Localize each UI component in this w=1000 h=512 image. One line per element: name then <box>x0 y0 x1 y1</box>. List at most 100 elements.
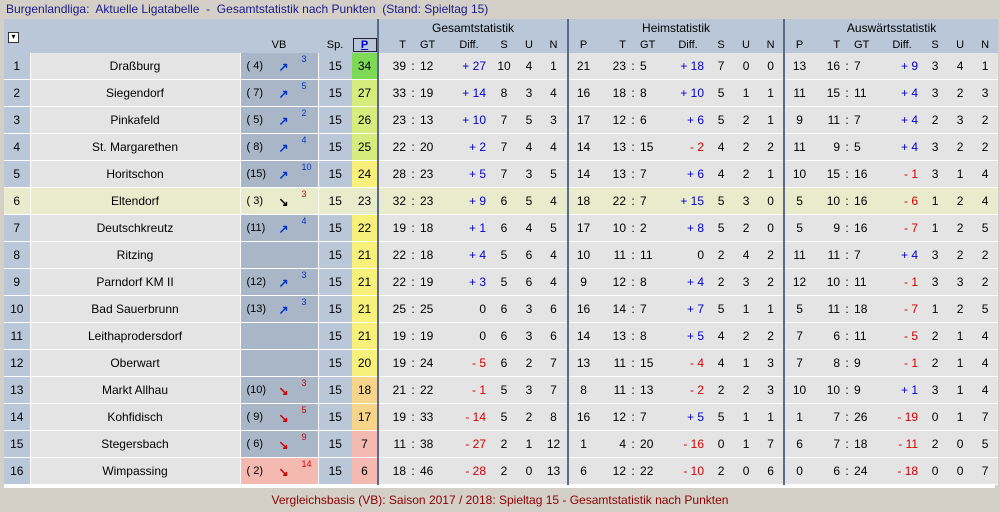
vb-header[interactable]: VB <box>240 19 318 53</box>
gesamt-n: 7 <box>540 349 569 377</box>
heim-colon: : <box>626 79 641 107</box>
sort-toggle[interactable]: ▾ <box>4 19 30 53</box>
team-name[interactable]: Kohfidisch <box>30 403 240 431</box>
table-row[interactable]: 3 Pinkafeld( 5) ↗ 2 15 26 23:13 + 10 7 5 3 17 12:6 + … <box>4 106 999 134</box>
heim-u: 0 <box>734 53 759 80</box>
table-row[interactable]: 8 Ritzing 15 21 22:18 + 4 5 6 4 10 11:11 0 2 4 2 11 11:7… <box>4 241 999 269</box>
gesamt-col-diff[interactable]: Diff. <box>448 36 490 53</box>
table-row[interactable]: 10 Bad Sauerbrunn (13) ↗ 3 15 21 25:25 0 6 3 6 16 14:… <box>4 295 999 323</box>
heim-col-t[interactable]: T <box>598 36 627 53</box>
table-row[interactable]: 1 Draßburg( 4) ↗ 3 15 34 39:12 + 27 10 4 1 21 23:5 + … <box>4 53 999 80</box>
aus-col-u[interactable]: U <box>948 36 973 53</box>
gesamt-t: 18 <box>377 457 406 485</box>
aus-colon: : <box>840 295 855 323</box>
aus-col-colon[interactable] <box>840 36 855 53</box>
table-row[interactable]: 2 Siegendorf( 7) ↗ 5 15 27 33:19 + 14 8 3 4 16 18:8 +… <box>4 79 999 107</box>
aus-col-diff[interactable]: Diff. <box>882 36 923 53</box>
team-name[interactable]: Markt Allhau <box>30 376 240 404</box>
aus-col-s[interactable]: S <box>922 36 949 53</box>
points-header[interactable]: P <box>352 19 378 53</box>
table-row[interactable]: 7 Deutschkreutz (11) ↗ 4 15 22 19:18 + 1 6 4 5 17 10:… <box>4 214 999 242</box>
aus-col-t[interactable]: T <box>814 36 841 53</box>
heim-u: 0 <box>734 457 759 485</box>
gesamt-gt: 13 <box>420 106 448 134</box>
aus-col-gt[interactable]: GT <box>854 36 883 53</box>
heim-p: 14 <box>567 322 599 350</box>
table-row[interactable]: 14 Kohfidisch( 9) ↘ 5 15 17 19:33- 14 5 2 8 16 12:7… <box>4 403 999 431</box>
gesamt-col-u[interactable]: U <box>518 36 540 53</box>
aus-t: 15 <box>814 160 841 188</box>
team-name[interactable]: Parndorf KM II <box>30 268 240 296</box>
heim-col-gt[interactable]: GT <box>640 36 669 53</box>
table-row[interactable]: 15 Stegersbach( 6) ↘ 9 15 7 11:38- 27 2 1 12 1 4:20… <box>4 430 999 458</box>
arrow-up-right-icon: ↗ <box>278 303 289 317</box>
table-row[interactable]: 4 St. Margarethen( 8) ↗ 4 15 25 22:20 + 2 7 4 4 14 1… <box>4 133 999 161</box>
heim-t: 12 <box>598 268 627 296</box>
heim-u: 2 <box>734 322 759 350</box>
vb-cell: ( 5) ↗ 2 <box>239 106 319 134</box>
heim-n: 7 <box>758 430 785 458</box>
team-name[interactable]: Stegersbach <box>30 430 240 458</box>
aus-col-p[interactable]: P <box>783 36 815 53</box>
gesamt-col-gt[interactable]: GT <box>420 36 448 53</box>
heim-colon: : <box>626 376 641 404</box>
team-name[interactable]: Pinkafeld <box>30 106 240 134</box>
team-name[interactable]: Deutschkreutz <box>30 214 240 242</box>
gesamt-diff: + 27 <box>448 53 490 80</box>
table-row[interactable]: 12 Oberwart 15 20 19:24- 5 6 2 7 13 11:15- 441378… <box>4 349 999 377</box>
gesamt-col-colon[interactable] <box>406 36 420 53</box>
aus-colon: : <box>840 106 855 134</box>
table-row[interactable]: 6 Eltendorf( 3) ↘ 3 15 23 32:23 + 9 6 5 4 18 22:7 + 1… <box>4 187 999 215</box>
team-name[interactable]: Eltendorf <box>30 187 240 215</box>
team-name[interactable]: Horitschon <box>30 160 240 188</box>
heim-col-colon[interactable] <box>626 36 641 53</box>
table-row[interactable]: 13 Markt Allhau (10) ↘ 3 15 18 21:22- 1 5 3 7 8 11:1… <box>4 376 999 404</box>
table-row[interactable]: 9 Parndorf KM II (12) ↗ 3 15 21 22:19 + 3 5 6 4 9 12:… <box>4 268 999 296</box>
heim-col-s[interactable]: S <box>708 36 735 53</box>
table-row[interactable]: 11 Leithaprodersdorf 15 21 19:19 0 6 3 6 14 13:8 + … <box>4 322 999 350</box>
heim-diff: + 5 <box>668 403 709 431</box>
aus-t: 16 <box>814 53 841 80</box>
team-name[interactable]: St. Margarethen <box>30 133 240 161</box>
gesamt-t: 32 <box>377 187 406 215</box>
aus-p: 9 <box>783 106 815 134</box>
heim-n: 1 <box>758 79 785 107</box>
team-name[interactable]: Siegendorf <box>30 79 240 107</box>
heim-col-p[interactable]: P <box>567 36 599 53</box>
aus-col-n[interactable]: N <box>972 36 999 53</box>
games-cell: 15 <box>318 349 352 377</box>
aus-t: 10 <box>814 376 841 404</box>
aus-p: 10 <box>783 376 815 404</box>
heim-colon: : <box>626 241 641 269</box>
heim-s: 2 <box>708 241 735 269</box>
team-name[interactable]: Bad Sauerbrunn <box>30 295 240 323</box>
aus-diff: - 1 <box>882 349 923 377</box>
gesamt-s: 6 <box>490 322 518 350</box>
heim-col-diff[interactable]: Diff. <box>668 36 709 53</box>
aus-u: 2 <box>948 133 973 161</box>
heim-col-u[interactable]: U <box>734 36 759 53</box>
heim-diff: + 6 <box>668 106 709 134</box>
aus-diff: - 11 <box>882 430 923 458</box>
aus-p: 10 <box>783 160 815 188</box>
gesamt-col-n[interactable]: N <box>540 36 569 53</box>
team-name[interactable]: Oberwart <box>30 349 240 377</box>
gesamt-colon: : <box>406 403 420 431</box>
sp-header[interactable]: Sp. <box>318 19 352 53</box>
gesamt-gt: 19 <box>420 322 448 350</box>
gesamt-col-t[interactable]: T <box>377 36 406 53</box>
gesamt-col-s[interactable]: S <box>490 36 518 53</box>
team-name[interactable]: Wimpassing <box>30 457 240 485</box>
heim-diff: - 4 <box>668 349 709 377</box>
table-row[interactable]: 5 Horitschon (15) ↗ 10 15 24 28:23 + 5 7 3 5 14 13:7 +… <box>4 160 999 188</box>
aus-n: 2 <box>972 133 999 161</box>
team-name[interactable]: Ritzing <box>30 241 240 269</box>
rank-cell: 4 <box>4 133 31 161</box>
team-name[interactable]: Draßburg <box>30 53 240 80</box>
gesamt-u: 4 <box>518 53 540 80</box>
team-name[interactable]: Leithaprodersdorf <box>30 322 240 350</box>
rank-cell: 5 <box>4 160 31 188</box>
table-row[interactable]: 16 Wimpassing( 2) ↘ 14 15 6 18:46- 28 2 0 13 6 12:2… <box>4 457 999 485</box>
heim-col-n[interactable]: N <box>758 36 785 53</box>
games-cell: 15 <box>318 457 352 485</box>
